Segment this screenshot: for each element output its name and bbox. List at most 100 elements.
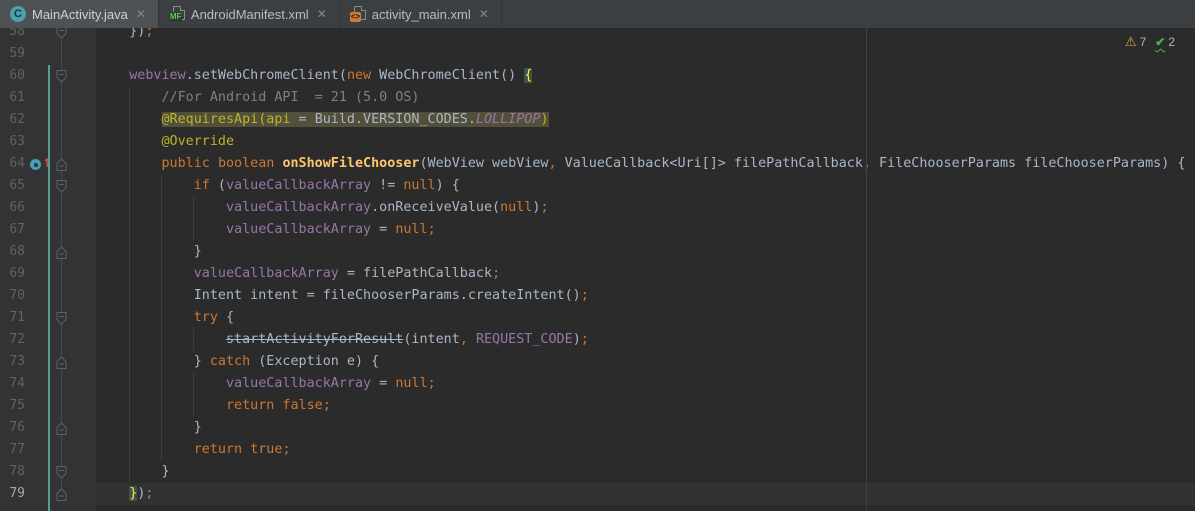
code-text: startActivityForResult(intent, REQUEST_C… <box>95 329 1195 351</box>
tab-androidmanifest-xml[interactable]: MF AndroidManifest.xml ✕ <box>159 0 340 28</box>
token: valueCallbackArray <box>194 266 339 281</box>
code-text: @RequiresApi(api = Build.VERSION_CODES.L… <box>95 109 1195 131</box>
layout-xml-file-icon: <> <box>350 6 366 22</box>
token <box>97 200 226 215</box>
token: .onReceiveValue( <box>371 200 500 215</box>
gutter-line-75[interactable]: 75 <box>0 395 95 417</box>
gutter-line-73[interactable]: 73 <box>0 351 95 373</box>
code-line-67[interactable]: 67 valueCallbackArray = null; <box>0 219 1195 241</box>
tab-activity-main-xml[interactable]: <> activity_main.xml ✕ <box>340 0 502 28</box>
code-line-78[interactable]: 78 } <box>0 461 1195 483</box>
gutter-line-76[interactable]: 76 <box>0 417 95 439</box>
code-line-61[interactable]: 61 //For Android API = 21 (5.0 OS) <box>0 87 1195 109</box>
tab-mainactivity-java[interactable]: C MainActivity.java ✕ <box>0 0 159 28</box>
gutter-line-74[interactable]: 74 <box>0 373 95 395</box>
gutter-line-60[interactable]: 60 <box>0 65 95 87</box>
inspection-widget[interactable]: ⚠ 7 ✔ 2 <box>1125 35 1181 49</box>
code-editor[interactable]: 58 });5960 webview.setWebChromeClient(ne… <box>0 28 1195 511</box>
token: ) <box>573 332 581 347</box>
code-line-74[interactable]: 74 valueCallbackArray = null; <box>0 373 1195 395</box>
gutter-line-62[interactable]: 62 <box>0 109 95 131</box>
gutter-line-71[interactable]: 71 <box>0 307 95 329</box>
token: = <box>371 222 395 237</box>
fold-marker-start[interactable] <box>56 180 67 193</box>
code-line-59[interactable]: 59 <box>0 43 1195 65</box>
code-line-71[interactable]: 71 try { <box>0 307 1195 329</box>
code-line-73[interactable]: 73 } catch (Exception e) { <box>0 351 1195 373</box>
code-text: webview.setWebChromeClient(new WebChrome… <box>95 65 1195 87</box>
code-line-66[interactable]: 66 valueCallbackArray.onReceiveValue(nul… <box>0 197 1195 219</box>
close-icon[interactable]: ✕ <box>477 6 491 22</box>
token: ; <box>428 222 436 237</box>
code-line-62[interactable]: 62 @RequiresApi(api = Build.VERSION_CODE… <box>0 109 1195 131</box>
token: } <box>97 420 202 435</box>
gutter-line-78[interactable]: 78 <box>0 461 95 483</box>
fold-marker-end[interactable] <box>56 246 67 259</box>
code-text: }); <box>95 28 1195 43</box>
gutter-line-77[interactable]: 77 <box>0 439 95 461</box>
line-number: 66 <box>0 197 25 219</box>
code-text: Intent intent = fileChooserParams.create… <box>95 285 1195 307</box>
code-line-60[interactable]: 60 webview.setWebChromeClient(new WebChr… <box>0 65 1195 87</box>
gutter-line-67[interactable]: 67 <box>0 219 95 241</box>
line-number: 59 <box>0 43 25 65</box>
fold-marker-start[interactable] <box>56 28 67 39</box>
code-line-72[interactable]: 72 startActivityForResult(intent, REQUES… <box>0 329 1195 351</box>
line-number: 75 <box>0 395 25 417</box>
code-line-69[interactable]: 69 valueCallbackArray = filePathCallback… <box>0 263 1195 285</box>
fold-marker-start[interactable] <box>56 312 67 325</box>
fold-marker-start[interactable] <box>56 466 67 479</box>
gutter-line-69[interactable]: 69 <box>0 263 95 285</box>
code-line-77[interactable]: 77 return true; <box>0 439 1195 461</box>
code-line-65[interactable]: 65 if (valueCallbackArray != null) { <box>0 175 1195 197</box>
line-number: 76 <box>0 417 25 439</box>
fold-marker-end[interactable] <box>56 158 67 171</box>
line-number: 73 <box>0 351 25 373</box>
close-icon[interactable]: ✕ <box>134 6 148 22</box>
code-line-70[interactable]: 70 Intent intent = fileChooserParams.cre… <box>0 285 1195 307</box>
gutter-line-59[interactable]: 59 <box>0 43 95 65</box>
token: catch <box>210 354 250 369</box>
code-line-58[interactable]: 58 }); <box>0 28 1195 43</box>
token: (intent <box>403 332 459 347</box>
token: FileChooserParams fileChooserParams) { <box>871 156 1185 171</box>
fold-marker-end[interactable] <box>56 488 67 501</box>
token: null <box>395 376 427 391</box>
token <box>97 112 162 127</box>
token: webview <box>129 68 185 83</box>
token: ValueCallback<Uri[]> filePathCallback <box>557 156 863 171</box>
token: Build.VERSION_CODES. <box>315 112 476 127</box>
override-method-icon[interactable]: ↑ <box>30 158 52 171</box>
fold-marker-start[interactable] <box>56 70 67 83</box>
token: valueCallbackArray <box>226 222 371 237</box>
gutter-line-68[interactable]: 68 <box>0 241 95 263</box>
token: ; <box>540 200 548 215</box>
token: ) <box>540 112 548 127</box>
token: ; <box>145 486 153 501</box>
gutter-line-64[interactable]: 64 ↑ <box>0 153 95 175</box>
code-line-64[interactable]: 64↑ public boolean onShowFileChooser(Web… <box>0 153 1195 175</box>
gutter-line-66[interactable]: 66 <box>0 197 95 219</box>
gutter-line-70[interactable]: 70 <box>0 285 95 307</box>
gutter-line-58[interactable]: 58 <box>0 28 95 43</box>
code-line-79[interactable]: 79 }); <box>0 483 1195 505</box>
token: ; <box>492 266 500 281</box>
code-line-63[interactable]: 63 @Override <box>0 131 1195 153</box>
token: public <box>162 156 210 171</box>
line-number: 64 <box>0 153 25 175</box>
close-icon[interactable]: ✕ <box>315 6 329 22</box>
fold-marker-end[interactable] <box>56 422 67 435</box>
code-line-76[interactable]: 76 } <box>0 417 1195 439</box>
gutter-line-63[interactable]: 63 <box>0 131 95 153</box>
token: } <box>97 244 202 259</box>
code-line-68[interactable]: 68 } <box>0 241 1195 263</box>
token: = <box>371 376 395 391</box>
fold-marker-end[interactable] <box>56 356 67 369</box>
code-line-75[interactable]: 75 return false; <box>0 395 1195 417</box>
gutter-line-79[interactable]: 79 <box>0 483 95 505</box>
gutter-line-72[interactable]: 72 <box>0 329 95 351</box>
typo-check-icon: ✔ <box>1155 35 1165 49</box>
gutter-line-65[interactable]: 65 <box>0 175 95 197</box>
gutter-line-61[interactable]: 61 <box>0 87 95 109</box>
token <box>97 442 194 457</box>
